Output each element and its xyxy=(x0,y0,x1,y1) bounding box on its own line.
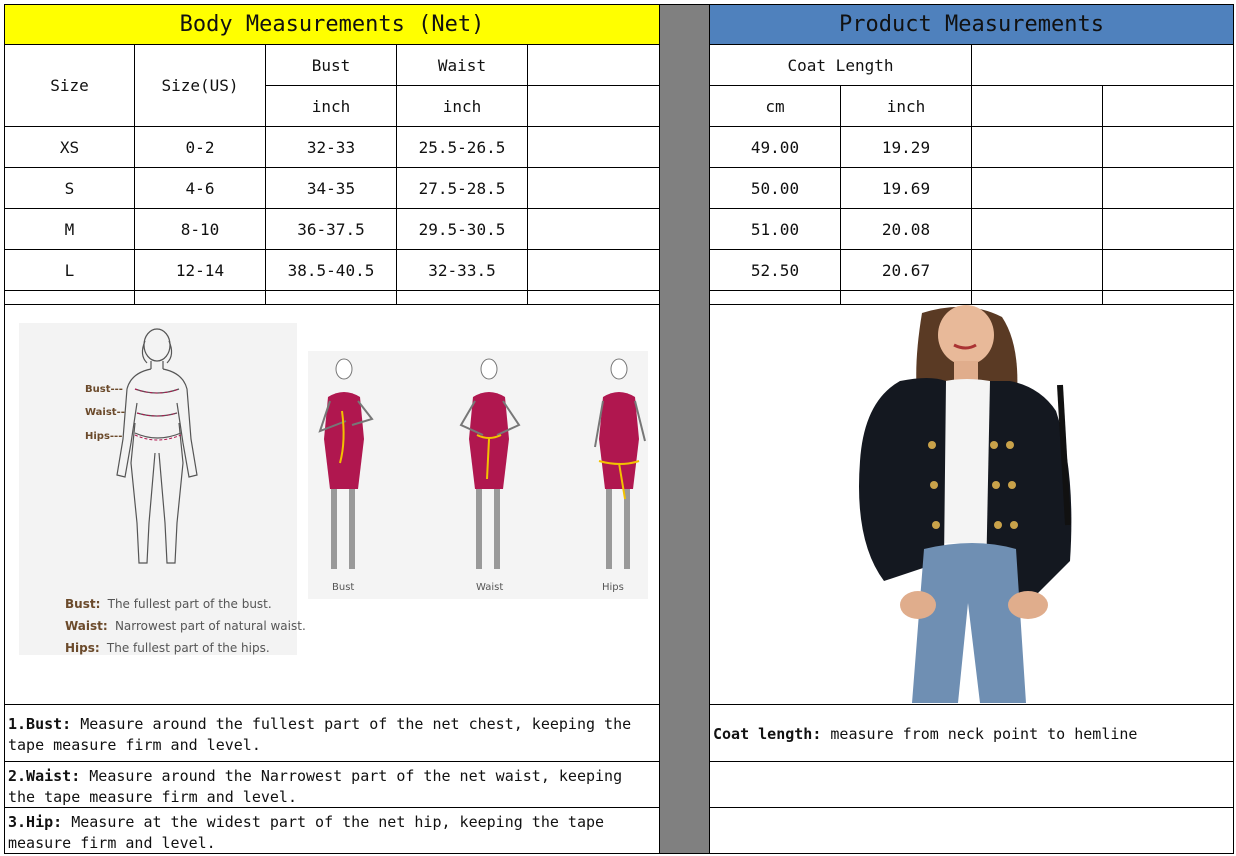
waist-definition: Waist: Narrowest part of natural waist. xyxy=(65,619,306,633)
empty-cell xyxy=(971,290,1103,305)
cell-bust: 34-35 xyxy=(265,167,397,209)
empty-cell xyxy=(527,249,660,291)
hips-desc: The fullest part of the hips. xyxy=(106,641,270,655)
note-hip: 3.Hip: Measure at the widest part of the… xyxy=(4,807,660,854)
cell-bust: 36-37.5 xyxy=(265,208,397,250)
col-size-us-header: Size(US) xyxy=(134,44,266,127)
figure-label-waist: Waist xyxy=(476,582,504,593)
cell-bust: 38.5-40.5 xyxy=(265,249,397,291)
note-bust-label: 1.Bust: xyxy=(8,715,72,733)
cell-waist: 25.5-26.5 xyxy=(396,126,528,168)
col-size-header: Size xyxy=(4,44,135,127)
empty-cell xyxy=(1102,126,1234,168)
cell-waist: 27.5-28.5 xyxy=(396,167,528,209)
cell-coat-inch: 19.29 xyxy=(840,126,972,168)
empty-cell xyxy=(527,126,660,168)
hips-key: Hips: xyxy=(65,641,100,655)
waist-unit: inch xyxy=(396,85,528,127)
figure-label-hips: Hips xyxy=(602,582,624,593)
empty-cell xyxy=(971,85,1103,127)
empty-cell xyxy=(1102,85,1234,127)
empty-cell xyxy=(396,290,528,305)
empty-cell xyxy=(1102,290,1234,305)
bust-key: Bust: xyxy=(65,597,101,611)
bust-desc: The fullest part of the bust. xyxy=(107,597,272,611)
bust-definition: Bust: The fullest part of the bust. xyxy=(65,597,272,611)
empty-cell xyxy=(971,208,1103,250)
bust-unit: inch xyxy=(265,85,397,127)
cell-size-us: 12-14 xyxy=(134,249,266,291)
hips-definition: Hips: The fullest part of the hips. xyxy=(65,641,270,655)
waist-desc: Narrowest part of natural waist. xyxy=(114,619,306,633)
empty-cell xyxy=(971,126,1103,168)
cell-size-us: 0-2 xyxy=(134,126,266,168)
separator-column xyxy=(659,4,710,854)
body-measurements-title: Body Measurements (Net) xyxy=(4,4,660,45)
col-bust-header: Bust xyxy=(265,44,397,86)
note-bust: 1.Bust: Measure around the fullest part … xyxy=(4,704,660,762)
product-photo-panel xyxy=(709,304,1234,705)
empty-cell xyxy=(527,85,660,127)
body-sketch-card: Bust--- Waist-- Hips--- Bust: The fulles… xyxy=(19,323,306,655)
cell-size-us: 8-10 xyxy=(134,208,266,250)
empty-cell xyxy=(527,167,660,209)
cell-waist: 32-33.5 xyxy=(396,249,528,291)
empty-cell xyxy=(1102,249,1234,291)
cell-size-us: 4-6 xyxy=(134,167,266,209)
cell-waist: 29.5-30.5 xyxy=(396,208,528,250)
empty-note-cell xyxy=(709,761,1234,808)
note-coat-label: Coat length: xyxy=(713,725,822,743)
col-waist-header: Waist xyxy=(396,44,528,86)
empty-cell xyxy=(527,208,660,250)
empty-cell xyxy=(1102,208,1234,250)
cell-coat-inch: 19.69 xyxy=(840,167,972,209)
note-coat-text: measure from neck point to hemline xyxy=(821,725,1138,743)
cell-coat-inch: 20.08 xyxy=(840,208,972,250)
measurement-diagram-panel: Bust--- Waist-- Hips--- Bust: The fulles… xyxy=(4,304,660,705)
empty-cell xyxy=(265,290,397,305)
note-waist-text: Measure around the Narrowest part of the… xyxy=(8,767,623,806)
hips-marker-label: Hips--- xyxy=(85,431,123,442)
note-bust-text: Measure around the fullest part of the n… xyxy=(8,715,632,754)
cell-coat-cm: 51.00 xyxy=(709,208,841,250)
cell-size: S xyxy=(4,167,135,209)
cell-coat-cm: 52.50 xyxy=(709,249,841,291)
col-coat-length-header: Coat Length xyxy=(709,44,972,86)
cell-coat-inch: 20.67 xyxy=(840,249,972,291)
cell-coat-cm: 50.00 xyxy=(709,167,841,209)
note-waist: 2.Waist: Measure around the Narrowest pa… xyxy=(4,761,660,808)
empty-cell xyxy=(134,290,266,305)
empty-note-cell xyxy=(709,807,1234,854)
cell-size: XS xyxy=(4,126,135,168)
empty-cell xyxy=(971,167,1103,209)
cell-coat-cm: 49.00 xyxy=(709,126,841,168)
product-measurements-title: Product Measurements xyxy=(709,4,1234,45)
coat-unit-inch: inch xyxy=(840,85,972,127)
product-photo-jacket xyxy=(859,305,1072,703)
waist-key: Waist: xyxy=(65,619,108,633)
body-outline-illustration xyxy=(116,328,198,564)
note-coat-length: Coat length: measure from neck point to … xyxy=(709,704,1234,762)
cell-size: L xyxy=(4,249,135,291)
empty-cell xyxy=(971,44,1234,86)
note-hip-text: Measure at the widest part of the net hi… xyxy=(8,813,605,852)
dress-figures-card: Bust Waist Hips xyxy=(308,351,648,599)
coat-unit-cm: cm xyxy=(709,85,841,127)
cell-bust: 32-33 xyxy=(265,126,397,168)
empty-cell xyxy=(527,290,660,305)
empty-cell xyxy=(1102,167,1234,209)
empty-cell xyxy=(527,44,660,86)
empty-cell xyxy=(971,249,1103,291)
empty-cell xyxy=(4,290,135,305)
dress-figures-illustration xyxy=(318,358,646,569)
bust-marker-label: Bust--- xyxy=(85,384,123,395)
figure-label-bust: Bust xyxy=(332,582,355,593)
note-hip-label: 3.Hip: xyxy=(8,813,63,831)
waist-marker-label: Waist-- xyxy=(85,407,125,418)
empty-cell xyxy=(840,290,972,305)
note-waist-label: 2.Waist: xyxy=(8,767,81,785)
cell-size: M xyxy=(4,208,135,250)
empty-cell xyxy=(709,290,841,305)
